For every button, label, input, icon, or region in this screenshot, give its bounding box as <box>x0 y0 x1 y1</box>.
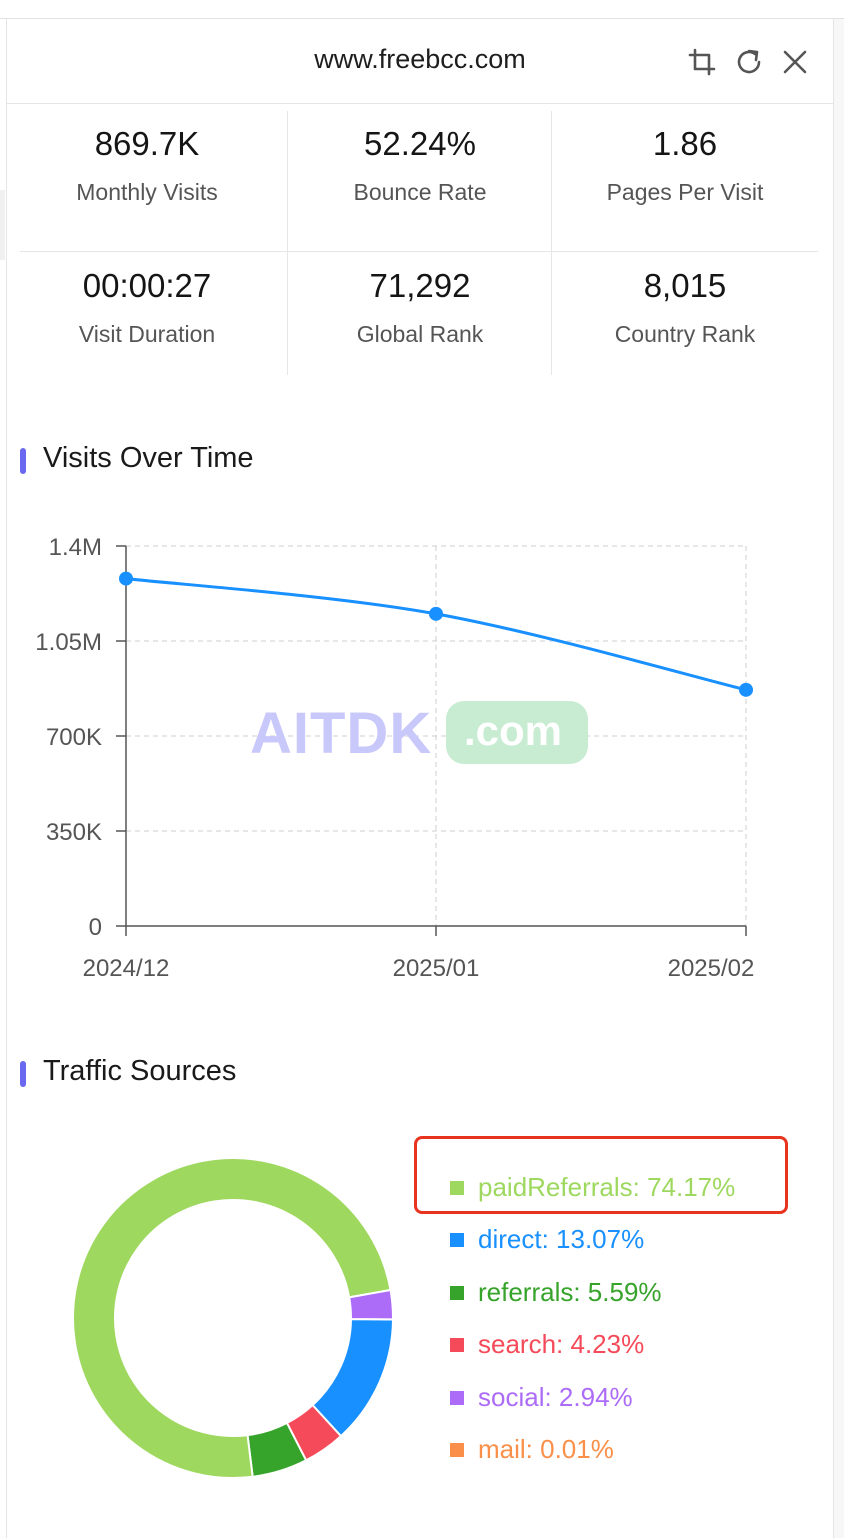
stat-pages-per-visit: 1.86 Pages Per Visit <box>552 91 818 233</box>
aitdk-watermark: AITDK .com <box>250 700 590 766</box>
section-title-traffic: Traffic Sources <box>20 1055 236 1088</box>
legend-label: referrals: 5.59% <box>478 1276 662 1307</box>
stat-label: Bounce Rate <box>353 179 487 205</box>
x-tick-label: 2025/01 <box>393 955 480 982</box>
stat-global-rank: 71,292 Global Rank <box>287 233 553 375</box>
y-tick-label: 350K <box>46 819 102 846</box>
stats-divider <box>20 251 818 252</box>
legend-label: paidReferrals: 74.17% <box>478 1172 736 1202</box>
stat-label: Monthly Visits <box>76 179 218 205</box>
stat-value: 869.7K <box>94 125 200 162</box>
section-title-text: Traffic Sources <box>43 1055 237 1087</box>
watermark-text: AITDK <box>250 701 433 766</box>
watermark-pill: .com <box>446 701 588 764</box>
stat-bounce-rate: 52.24% Bounce Rate <box>287 91 553 233</box>
stat-value: 1.86 <box>652 125 718 162</box>
section-title-visits: Visits Over Time <box>20 442 254 475</box>
stat-label: Visit Duration <box>78 321 216 347</box>
y-tick-label: 1.05M <box>35 629 102 656</box>
legend-swatch <box>450 1285 464 1300</box>
x-tick-label: 2024/12 <box>83 955 170 982</box>
y-tick-label: 1.4M <box>49 534 102 561</box>
watermark-domain: .com <box>464 707 563 754</box>
traffic-sources-donut <box>72 1157 395 1479</box>
section-accent-bar <box>20 448 26 474</box>
left-edge-strip <box>0 190 5 260</box>
stat-value: 00:00:27 <box>82 267 212 304</box>
refresh-icon[interactable] <box>734 47 764 77</box>
crop-icon[interactable] <box>687 47 717 77</box>
legend-label: direct: 13.07% <box>478 1224 645 1255</box>
stat-label: Country Rank <box>614 321 756 347</box>
stat-value: 52.24% <box>364 125 476 162</box>
legend-swatch <box>450 1390 464 1405</box>
x-tick-label: 2025/02 <box>668 955 755 982</box>
stat-value: 8,015 <box>643 267 727 304</box>
visits-data-point[interactable] <box>429 606 443 621</box>
visits-data-point[interactable] <box>739 682 753 697</box>
legend-swatch <box>450 1233 464 1248</box>
legend-swatch <box>450 1443 464 1457</box>
stat-visit-duration: 00:00:27 Visit Duration <box>14 233 280 375</box>
stats-divider <box>551 111 552 375</box>
section-accent-bar <box>20 1061 26 1087</box>
legend-label: mail: 0.01% <box>478 1434 614 1464</box>
legend-swatch <box>450 1181 464 1195</box>
stat-label: Global Rank <box>356 321 484 347</box>
close-icon[interactable] <box>780 47 810 77</box>
section-title-text: Visits Over Time <box>43 442 254 474</box>
legend-swatch <box>450 1338 464 1353</box>
stat-country-rank: 8,015 Country Rank <box>552 233 818 375</box>
stats-grid: 869.7K Monthly Visits 52.24% Bounce Rate… <box>14 91 818 375</box>
stat-monthly-visits: 869.7K Monthly Visits <box>14 91 280 233</box>
legend-label: social: 2.94% <box>478 1381 633 1412</box>
stat-value: 71,292 <box>369 267 471 304</box>
visits-data-point[interactable] <box>119 571 133 586</box>
y-tick-label: 700K <box>46 724 102 751</box>
y-tick-label: 0 <box>89 914 102 941</box>
legend-label: search: 4.23% <box>478 1329 645 1360</box>
stat-label: Pages Per Visit <box>606 179 764 205</box>
stats-divider <box>287 111 288 375</box>
